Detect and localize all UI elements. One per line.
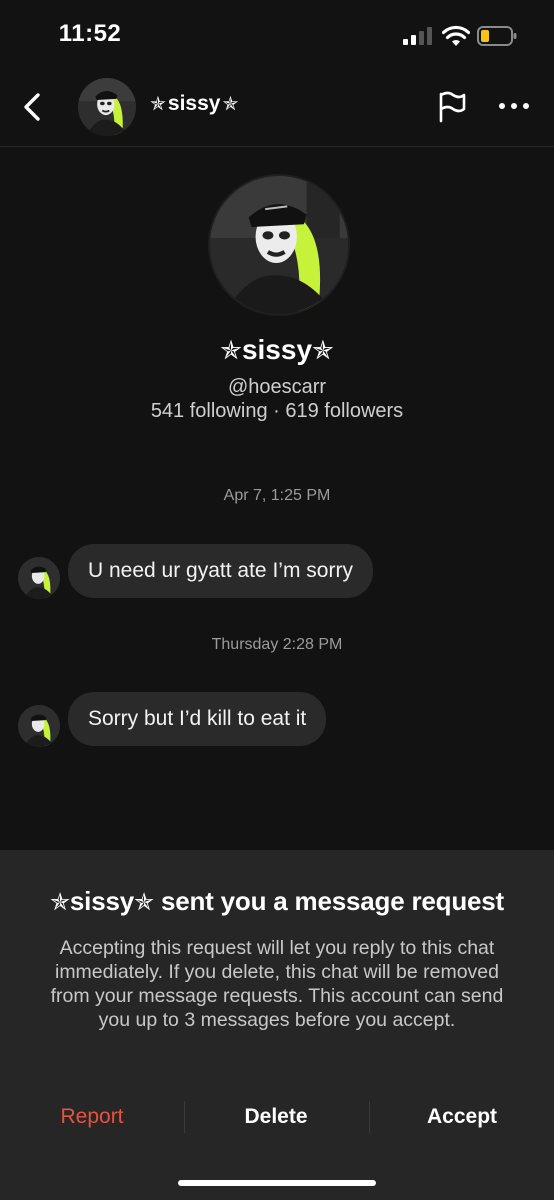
star-icon: ✯ — [312, 335, 334, 365]
avatar-image — [78, 78, 136, 136]
header-divider — [0, 146, 554, 147]
profile-stats: 541 following · 619 followers — [150, 400, 404, 422]
message-timestamp: Apr 7, 1:25 PM — [223, 487, 331, 504]
wifi-icon — [442, 25, 470, 46]
cellular-signal-icon — [403, 27, 432, 45]
star-icon: ✯ — [222, 93, 239, 115]
sheet-title-name: sissy — [69, 886, 134, 916]
header-name-text: sissy — [167, 92, 221, 115]
message-bubble[interactable]: Sorry but I’d kill to eat it — [68, 692, 327, 746]
avatar-image — [210, 176, 348, 314]
status-bar-time: 11:52 — [58, 20, 122, 47]
flag-icon[interactable] — [434, 88, 470, 124]
star-icon: ✯ — [220, 335, 242, 365]
sheet-description: Accepting this request will let you repl… — [50, 937, 504, 1031]
header-avatar[interactable] — [78, 78, 136, 136]
star-icon: ✯ — [133, 889, 154, 916]
avatar-image — [18, 557, 60, 599]
profile-handle: @hoescarr — [227, 376, 327, 398]
delete-button[interactable]: Delete — [184, 1100, 368, 1134]
sheet-title-text: sent you a message request — [160, 886, 504, 916]
sender-avatar[interactable] — [18, 705, 60, 747]
battery-low-icon — [477, 26, 517, 46]
home-indicator[interactable] — [178, 1180, 376, 1186]
accept-button[interactable]: Accept — [370, 1100, 554, 1134]
message-bubble[interactable]: U need ur gyatt ate I’m sorry — [68, 544, 373, 598]
profile-name-text: sissy — [241, 334, 313, 365]
message-timestamp: Thursday 2:28 PM — [211, 636, 343, 653]
star-icon: ✯ — [49, 889, 70, 916]
chevron-left-icon[interactable] — [18, 90, 46, 124]
sender-avatar[interactable] — [18, 557, 60, 599]
avatar-image — [18, 705, 60, 747]
more-horizontal-icon[interactable] — [496, 94, 532, 118]
profile-avatar[interactable] — [208, 174, 350, 316]
star-icon: ✯ — [150, 93, 166, 115]
report-button[interactable]: Report — [0, 1100, 184, 1134]
sheet-title: ✯sissy✯ sent you a message request — [0, 886, 554, 917]
header-display-name[interactable]: ✯ sissy ✯ — [150, 92, 238, 116]
profile-display-name: ✯sissy✯ — [0, 334, 554, 366]
